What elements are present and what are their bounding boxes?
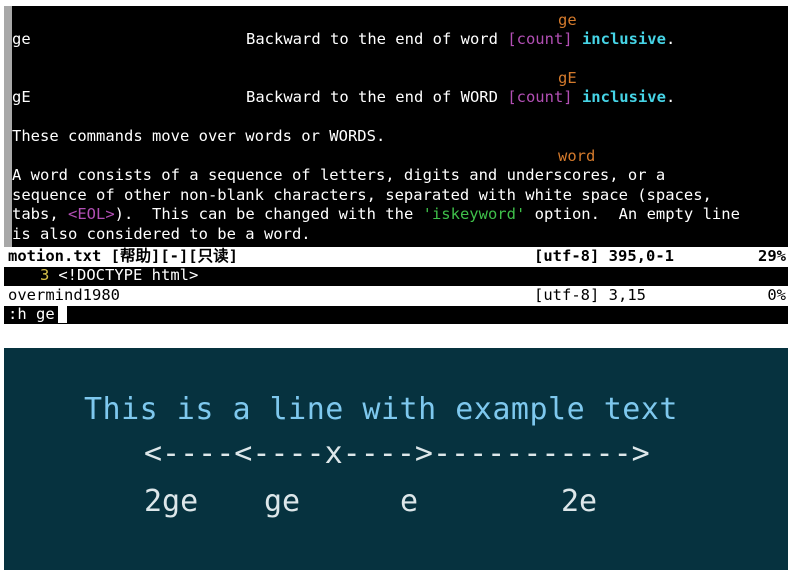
help-line-ge: ge Backward to the end of word [count] i…	[12, 30, 788, 50]
buffer-line-number: 3	[40, 266, 50, 284]
help-description-ge: Backward to the end of word [count] incl…	[246, 30, 676, 48]
sign-column	[4, 6, 12, 247]
label-e: e	[400, 484, 419, 519]
help-status-percent: 29%	[758, 247, 786, 265]
help-tag-ge[interactable]: ge	[558, 11, 577, 31]
help-line-moves: These commands move over words or WORDS.	[12, 127, 386, 145]
help-paragraph-line-3: tabs, <EOL>). This can be changed with t…	[12, 205, 740, 223]
help-status-filename: motion.txt [帮助][-][只读]	[8, 247, 238, 265]
help-status-line[interactable]: motion.txt [帮助][-][只读] [utf-8] 395,0-1 2…	[4, 247, 788, 267]
command-line-text[interactable]: :h ge	[8, 305, 55, 323]
help-paragraph-line-2: sequence of other non-blank characters, …	[12, 186, 712, 204]
help-command-ge: ge	[12, 30, 31, 48]
help-eol-key: <EOL>	[68, 205, 115, 223]
buffer-status-line[interactable]: overmind1980 [utf-8] 3,15 0%	[4, 286, 788, 306]
help-link-iskeyword[interactable]: 'iskeyword'	[423, 205, 526, 223]
help-status-encoding-position: [utf-8] 395,0-1	[534, 247, 674, 265]
label-2ge: 2ge	[144, 484, 199, 519]
label-ge: ge	[264, 484, 301, 519]
help-tag-gE[interactable]: gE	[558, 69, 577, 89]
command-line[interactable]: :h ge	[8, 305, 784, 324]
help-paragraph-line-1: A word consists of a sequence of letters…	[12, 166, 666, 184]
motion-arrow-line: <----<----x---->----------->	[144, 436, 650, 471]
help-command-gE: gE	[12, 88, 31, 106]
help-line-tag-ge: ge	[12, 11, 788, 31]
text-cursor	[57, 306, 67, 323]
help-link-inclusive-2[interactable]: inclusive	[582, 88, 666, 106]
buffer-status-encoding-position: [utf-8] 3,15	[534, 286, 646, 304]
word-motion-illustration: This is a line with example text <----<-…	[4, 348, 788, 570]
example-text-line: This is a line with example text	[84, 392, 678, 427]
help-line-tag-word: word	[12, 147, 788, 167]
vim-terminal-window[interactable]: ge ge Backward to the end of word [count…	[4, 6, 788, 324]
help-paragraph-line-4: is also considered to be a word.	[12, 225, 311, 243]
buffer-line[interactable]: 3 <!DOCTYPE html>	[12, 266, 788, 286]
help-line-gE: gE Backward to the end of WORD [count] i…	[12, 88, 788, 108]
label-2e: 2e	[561, 484, 598, 519]
buffer-line-text: <!DOCTYPE html>	[49, 266, 199, 284]
help-line-tag-gE: gE	[12, 69, 788, 89]
buffer-status-percent: 0%	[767, 286, 786, 304]
help-link-inclusive[interactable]: inclusive	[582, 30, 666, 48]
buffer-status-filename: overmind1980	[8, 286, 120, 304]
help-description-gE: Backward to the end of WORD [count] incl…	[246, 88, 676, 106]
help-tag-word[interactable]: word	[558, 147, 595, 167]
